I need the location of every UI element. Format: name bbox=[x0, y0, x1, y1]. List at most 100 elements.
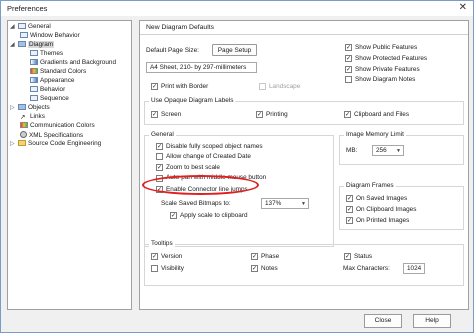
palette-icon bbox=[30, 68, 38, 74]
image-memory-value: 256 bbox=[376, 147, 387, 154]
tree-item-general[interactable]: ◢ General bbox=[10, 23, 51, 31]
visibility-checkbox[interactable] bbox=[151, 265, 158, 272]
show-diagram-notes-checkbox[interactable] bbox=[345, 76, 352, 83]
title-bar: Preferences ✕ bbox=[1, 1, 473, 16]
notes-label: Notes bbox=[261, 265, 278, 272]
default-page-size-label: Default Page Size: bbox=[146, 47, 199, 54]
disable-scoped-names-checkbox[interactable]: ✓ bbox=[156, 143, 163, 150]
tree-item-themes[interactable]: Themes bbox=[30, 50, 63, 58]
page-size-field[interactable]: A4 Sheet, 210- by 297-millimeters bbox=[146, 62, 257, 73]
disable-scoped-names-label: Disable fully scoped object names bbox=[166, 143, 263, 150]
annotation-highlight bbox=[142, 175, 259, 195]
apply-scale-clipboard-label: Apply scale to clipboard bbox=[180, 212, 248, 219]
category-tree[interactable]: ◢ General Window Behavior ◢ Diagram Themes… bbox=[7, 20, 132, 310]
on-clipboard-images-label: On Clipboard Images bbox=[356, 206, 417, 213]
print-with-border-checkbox[interactable]: ✓ bbox=[151, 83, 158, 90]
notes-checkbox[interactable]: ✓ bbox=[251, 265, 258, 272]
show-diagram-notes-label: Show Diagram Notes bbox=[355, 76, 416, 83]
panel-title: New Diagram Defaults bbox=[146, 24, 214, 31]
show-private-features-checkbox[interactable]: ✓ bbox=[345, 66, 352, 73]
print-with-border-label: Print with Border bbox=[161, 83, 209, 90]
tree-item-standard-colors[interactable]: Standard Colors bbox=[30, 68, 86, 76]
screen-label: Screen bbox=[161, 111, 182, 118]
tooltips-title: Tooltips bbox=[149, 240, 175, 247]
allow-change-created-date-checkbox[interactable] bbox=[156, 153, 163, 160]
diagram-icon bbox=[18, 41, 26, 47]
on-saved-images-checkbox[interactable]: ✓ bbox=[346, 195, 353, 202]
settings-panel: New Diagram Defaults Default Page Size: … bbox=[139, 20, 469, 310]
preferences-window: Preferences ✕ ◢ General Window Behavior ◢… bbox=[0, 0, 474, 333]
panel-header: New Diagram Defaults bbox=[140, 21, 468, 35]
screen-checkbox[interactable]: ✓ bbox=[151, 111, 158, 118]
window-title: Preferences bbox=[7, 4, 48, 13]
image-memory-group: Image Memory Limit MB: 256 ▼ bbox=[339, 131, 464, 165]
link-icon: ↗ bbox=[20, 114, 26, 121]
page-setup-button[interactable]: Page Setup bbox=[212, 44, 257, 56]
tree-item-xml-specifications[interactable]: XML Specifications bbox=[20, 131, 83, 140]
show-private-features-label: Show Private Features bbox=[355, 66, 420, 73]
tree-item-behavior[interactable]: Behavior bbox=[30, 86, 65, 94]
close-window-icon[interactable]: ✕ bbox=[459, 2, 467, 13]
tree-item-objects[interactable]: ▷ Objects bbox=[10, 104, 50, 112]
image-memory-dropdown[interactable]: 256 ▼ bbox=[372, 145, 404, 156]
gradient-icon bbox=[30, 59, 38, 65]
tooltips-group: Tooltips ✓ Version ✓ Phase ✓ Status Visi… bbox=[144, 240, 464, 286]
scale-bitmaps-label: Scale Saved Bitmaps to: bbox=[161, 200, 231, 207]
tree-item-gradients[interactable]: Gradients and Background bbox=[30, 59, 116, 67]
folder-icon bbox=[18, 140, 26, 146]
tree-item-window-behavior[interactable]: Window Behavior bbox=[20, 32, 80, 40]
on-printed-images-label: On Printed Images bbox=[356, 217, 410, 224]
window-icon bbox=[30, 50, 38, 56]
general-group-title: General bbox=[149, 131, 176, 138]
printing-label: Printing bbox=[266, 111, 288, 118]
zoom-best-scale-label: Zoom to best scale bbox=[166, 164, 220, 171]
max-characters-field[interactable]: 1024 bbox=[403, 263, 425, 274]
opaque-labels-group: Use Opaque Diagram Labels ✓ Screen ✓ Pri… bbox=[144, 97, 464, 125]
close-button[interactable]: Close bbox=[364, 314, 402, 328]
clipboard-and-files-checkbox[interactable]: ✓ bbox=[344, 111, 351, 118]
tree-item-source-code[interactable]: ▷ Source Code Engineering bbox=[10, 140, 101, 148]
landscape-label: Landscape bbox=[269, 83, 301, 90]
tree-item-appearance[interactable]: Appearance bbox=[30, 77, 74, 85]
window-icon bbox=[20, 32, 28, 38]
status-label: Status bbox=[354, 253, 373, 260]
window-icon bbox=[18, 23, 26, 29]
phase-checkbox[interactable]: ✓ bbox=[251, 253, 258, 260]
apply-scale-clipboard-checkbox[interactable]: ✓ bbox=[170, 212, 177, 219]
diagram-frames-title: Diagram Frames bbox=[344, 182, 396, 189]
collapse-icon[interactable]: ◢ bbox=[10, 23, 18, 31]
show-public-features-label: Show Public Features bbox=[355, 44, 418, 51]
image-memory-title: Image Memory Limit bbox=[344, 131, 406, 138]
scale-bitmaps-dropdown[interactable]: 137% ▼ bbox=[261, 198, 309, 209]
landscape-checkbox[interactable] bbox=[259, 83, 266, 90]
chevron-down-icon: ▼ bbox=[396, 148, 401, 154]
tree-item-communication-colors[interactable]: Communication Colors bbox=[20, 122, 95, 130]
phase-label: Phase bbox=[261, 253, 280, 260]
version-checkbox[interactable]: ✓ bbox=[151, 253, 158, 260]
zoom-best-scale-checkbox[interactable]: ✓ bbox=[156, 164, 163, 171]
tree-item-links[interactable]: ↗ Links bbox=[20, 113, 45, 121]
expand-icon[interactable]: ▷ bbox=[10, 104, 18, 112]
show-protected-features-label: Show Protected Features bbox=[355, 55, 428, 62]
palette-icon bbox=[20, 122, 28, 128]
collapse-icon[interactable]: ◢ bbox=[10, 41, 18, 49]
on-clipboard-images-checkbox[interactable]: ✓ bbox=[346, 206, 353, 213]
printing-checkbox[interactable]: ✓ bbox=[256, 111, 263, 118]
window-icon bbox=[30, 95, 38, 101]
chevron-down-icon: ▼ bbox=[301, 201, 306, 207]
tree-item-sequence[interactable]: Sequence bbox=[30, 95, 69, 103]
window-icon bbox=[30, 86, 38, 92]
scale-bitmaps-value: 137% bbox=[265, 200, 282, 207]
show-protected-features-checkbox[interactable]: ✓ bbox=[345, 55, 352, 62]
expand-icon[interactable]: ▷ bbox=[10, 140, 18, 148]
diagram-frames-group: Diagram Frames ✓ On Saved Images ✓ On Cl… bbox=[339, 182, 464, 230]
show-public-features-checkbox[interactable]: ✓ bbox=[345, 44, 352, 51]
visibility-label: Visibility bbox=[161, 265, 184, 272]
appearance-icon bbox=[30, 77, 38, 83]
on-printed-images-checkbox[interactable]: ✓ bbox=[346, 217, 353, 224]
allow-change-created-date-label: Allow change of Created Date bbox=[166, 153, 251, 160]
version-label: Version bbox=[161, 253, 183, 260]
help-button[interactable]: Help bbox=[413, 314, 451, 328]
status-checkbox[interactable]: ✓ bbox=[344, 253, 351, 260]
tree-item-diagram[interactable]: ◢ Diagram bbox=[10, 41, 55, 49]
